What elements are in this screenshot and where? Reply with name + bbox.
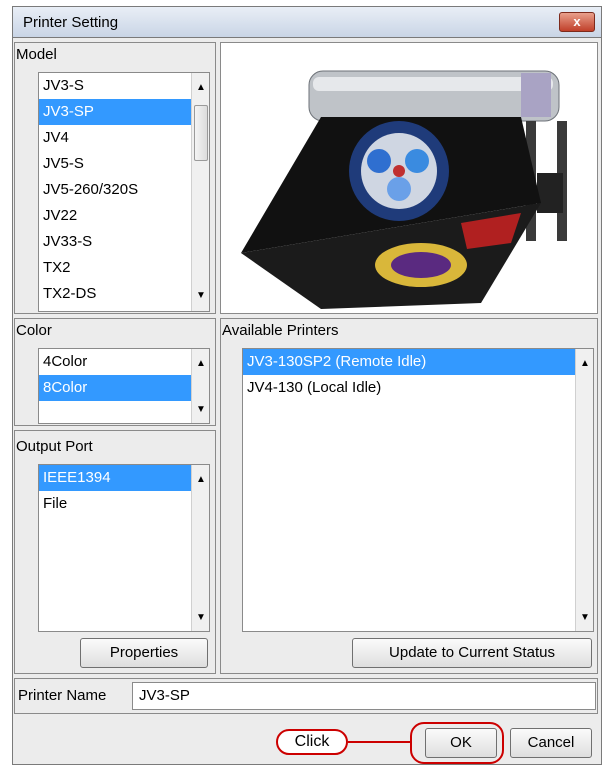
model-list[interactable]: JV3-S JV3-SP JV4 JV5-S JV5-260/320S JV22… — [38, 72, 210, 312]
model-item[interactable]: JV3-S — [39, 73, 209, 99]
scroll-down-icon[interactable]: ▼ — [193, 289, 209, 303]
scroll-up-icon[interactable]: ▲ — [193, 357, 209, 371]
callout-connector — [348, 741, 410, 743]
output-port-scrollbar[interactable]: ▲ ▼ — [191, 465, 209, 631]
ok-highlight-ring — [410, 722, 504, 764]
cancel-button[interactable]: Cancel — [510, 728, 592, 758]
printer-preview-panel — [220, 42, 598, 314]
color-item-selected[interactable]: 8Color — [39, 375, 209, 401]
printer-item-selected[interactable]: JV3-130SP2 (Remote Idle) — [243, 349, 593, 375]
available-printers-list[interactable]: JV3-130SP2 (Remote Idle) JV4-130 (Local … — [242, 348, 594, 632]
color-label: Color — [16, 322, 52, 339]
printers-scrollbar[interactable]: ▲ ▼ — [575, 349, 593, 631]
output-port-item-selected[interactable]: IEEE1394 — [39, 465, 209, 491]
output-port-item[interactable]: File — [39, 491, 209, 517]
output-port-list[interactable]: IEEE1394 File ▲ ▼ — [38, 464, 210, 632]
scroll-thumb[interactable] — [194, 105, 208, 161]
model-item[interactable]: JV33-S — [39, 229, 209, 255]
model-item-selected[interactable]: JV3-SP — [39, 99, 209, 125]
close-button[interactable]: x — [559, 12, 595, 32]
scroll-up-icon[interactable]: ▲ — [193, 473, 209, 487]
printer-item[interactable]: JV4-130 (Local Idle) — [243, 375, 593, 401]
color-item[interactable]: 4Color — [39, 349, 209, 375]
title-bar: Printer Setting x — [12, 6, 602, 38]
model-scrollbar[interactable]: ▲ ▼ — [191, 73, 209, 311]
properties-button[interactable]: Properties — [80, 638, 208, 668]
click-callout: Click — [276, 729, 348, 755]
model-item[interactable]: JV4 — [39, 125, 209, 151]
output-port-label: Output Port — [16, 438, 93, 455]
printer-photo — [241, 70, 567, 309]
color-list[interactable]: 4Color 8Color ▲ ▼ — [38, 348, 210, 424]
model-item[interactable]: TX2 — [39, 255, 209, 281]
color-scrollbar[interactable]: ▲ ▼ — [191, 349, 209, 423]
printer-name-label: Printer Name — [18, 687, 107, 704]
scroll-up-icon[interactable]: ▲ — [193, 81, 209, 95]
model-item[interactable]: JV5-S — [39, 151, 209, 177]
available-printers-label: Available Printers — [222, 322, 339, 339]
model-label: Model — [16, 46, 57, 63]
scroll-down-icon[interactable]: ▼ — [193, 611, 209, 625]
scroll-down-icon[interactable]: ▼ — [577, 611, 593, 625]
update-status-button[interactable]: Update to Current Status — [352, 638, 592, 668]
printer-name-input[interactable]: JV3-SP — [132, 682, 596, 710]
window-title: Printer Setting — [23, 14, 119, 31]
model-item[interactable]: TX2-DS — [39, 281, 209, 307]
model-item[interactable]: JV5-260/320S — [39, 177, 209, 203]
scroll-down-icon[interactable]: ▼ — [193, 403, 209, 417]
model-item[interactable]: JV22 — [39, 203, 209, 229]
scroll-up-icon[interactable]: ▲ — [577, 357, 593, 371]
close-icon: x — [573, 14, 581, 29]
